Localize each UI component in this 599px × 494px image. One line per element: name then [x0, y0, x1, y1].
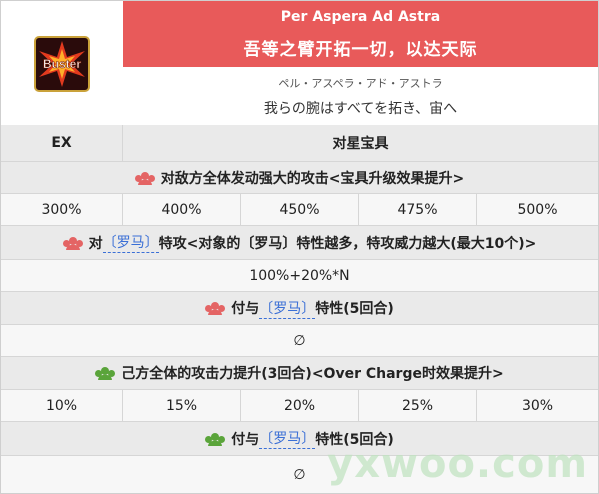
trait-link-rome[interactable]: 〔罗马〕 — [259, 428, 316, 449]
effect-row: 对 〔罗马〕 特攻<对象的〔罗马〕特性越多，特攻威力越大(最大10个)> — [1, 226, 598, 260]
np-name-english: Per Aspera Ad Astra — [280, 9, 441, 25]
np-title-header: Per Aspera Ad Astra 吾等之臂开拓一切，以达天际 — [123, 1, 598, 68]
card-type-cell: Buster — [1, 1, 124, 126]
value-cell: 500% — [517, 201, 558, 218]
ally-group-icon — [205, 432, 226, 446]
noble-phantasm-table: Buster Per Aspera Ad Astra 吾等之臂开拓一切，以达天际… — [0, 0, 599, 494]
value-cell: ∅ — [293, 332, 306, 349]
value-cell: 15% — [123, 390, 241, 421]
watermark: yxwoo.com — [327, 441, 588, 487]
effect-values-row: ∅ — [1, 325, 598, 357]
effect-text: 对敌方全体发动强大的攻击<宝具升级效果提升> — [160, 170, 465, 187]
np-type: 对星宝具 — [332, 136, 389, 152]
buster-card-icon: Buster — [34, 36, 90, 92]
trait-link-rome[interactable]: 〔罗马〕 — [102, 232, 159, 253]
value-cell: 30% — [521, 397, 554, 414]
value-cell: 300% — [1, 194, 123, 225]
effect-values-row: 300% 400% 450% 475% 500% — [1, 194, 598, 226]
effect-suffix: 特性(5回合) — [315, 301, 394, 317]
np-name-japanese: 我らの腕はすべてを拓き、宙へ — [263, 101, 458, 117]
effect-row: 付与 〔罗马〕 特性(5回合) — [1, 292, 598, 325]
value-cell: 475% — [359, 194, 477, 225]
effect-prefix: 付与 — [231, 431, 260, 448]
np-ruby-reading: ペル・アスペラ・アド・アストラ — [278, 77, 443, 90]
value-cell: 100%+20%*N — [249, 267, 350, 284]
np-rank: EX — [1, 125, 123, 161]
value-cell: 10% — [1, 390, 123, 421]
enemy-group-icon — [205, 302, 226, 315]
enemy-group-icon — [62, 236, 83, 250]
rank-type-row: EX 对星宝具 — [1, 125, 598, 162]
ally-group-icon — [95, 367, 116, 380]
effect-suffix: 特攻<对象的〔罗马〕特性越多，特攻威力越大(最大10个)> — [158, 235, 537, 252]
effect-values-row: 10% 15% 20% 25% 30% — [1, 390, 598, 422]
np-name-chinese: 吾等之臂开拓一切，以达天际 — [243, 40, 478, 60]
enemy-group-icon — [134, 171, 155, 185]
buster-card-label: Buster — [43, 57, 81, 71]
effect-row: 己方全体的攻击力提升(3回合)<Over Charge时效果提升> — [1, 357, 598, 390]
value-cell: 450% — [241, 194, 359, 225]
effect-prefix: 对 — [88, 235, 103, 252]
effect-prefix: 付与 — [231, 301, 260, 317]
effect-values-row: 100%+20%*N — [1, 260, 598, 292]
np-japanese-header: ペル・アスペラ・アド・アストラ 我らの腕はすべてを拓き、宙へ — [123, 67, 598, 126]
trait-link-rome[interactable]: 〔罗马〕 — [259, 298, 316, 319]
effect-text: 己方全体的攻击力提升(3回合)<Over Charge时效果提升> — [121, 366, 504, 382]
effect-row: 对敌方全体发动强大的攻击<宝具升级效果提升> — [1, 162, 598, 194]
value-cell: 20% — [241, 390, 359, 421]
value-cell: 25% — [359, 390, 477, 421]
value-cell: 400% — [123, 194, 241, 225]
